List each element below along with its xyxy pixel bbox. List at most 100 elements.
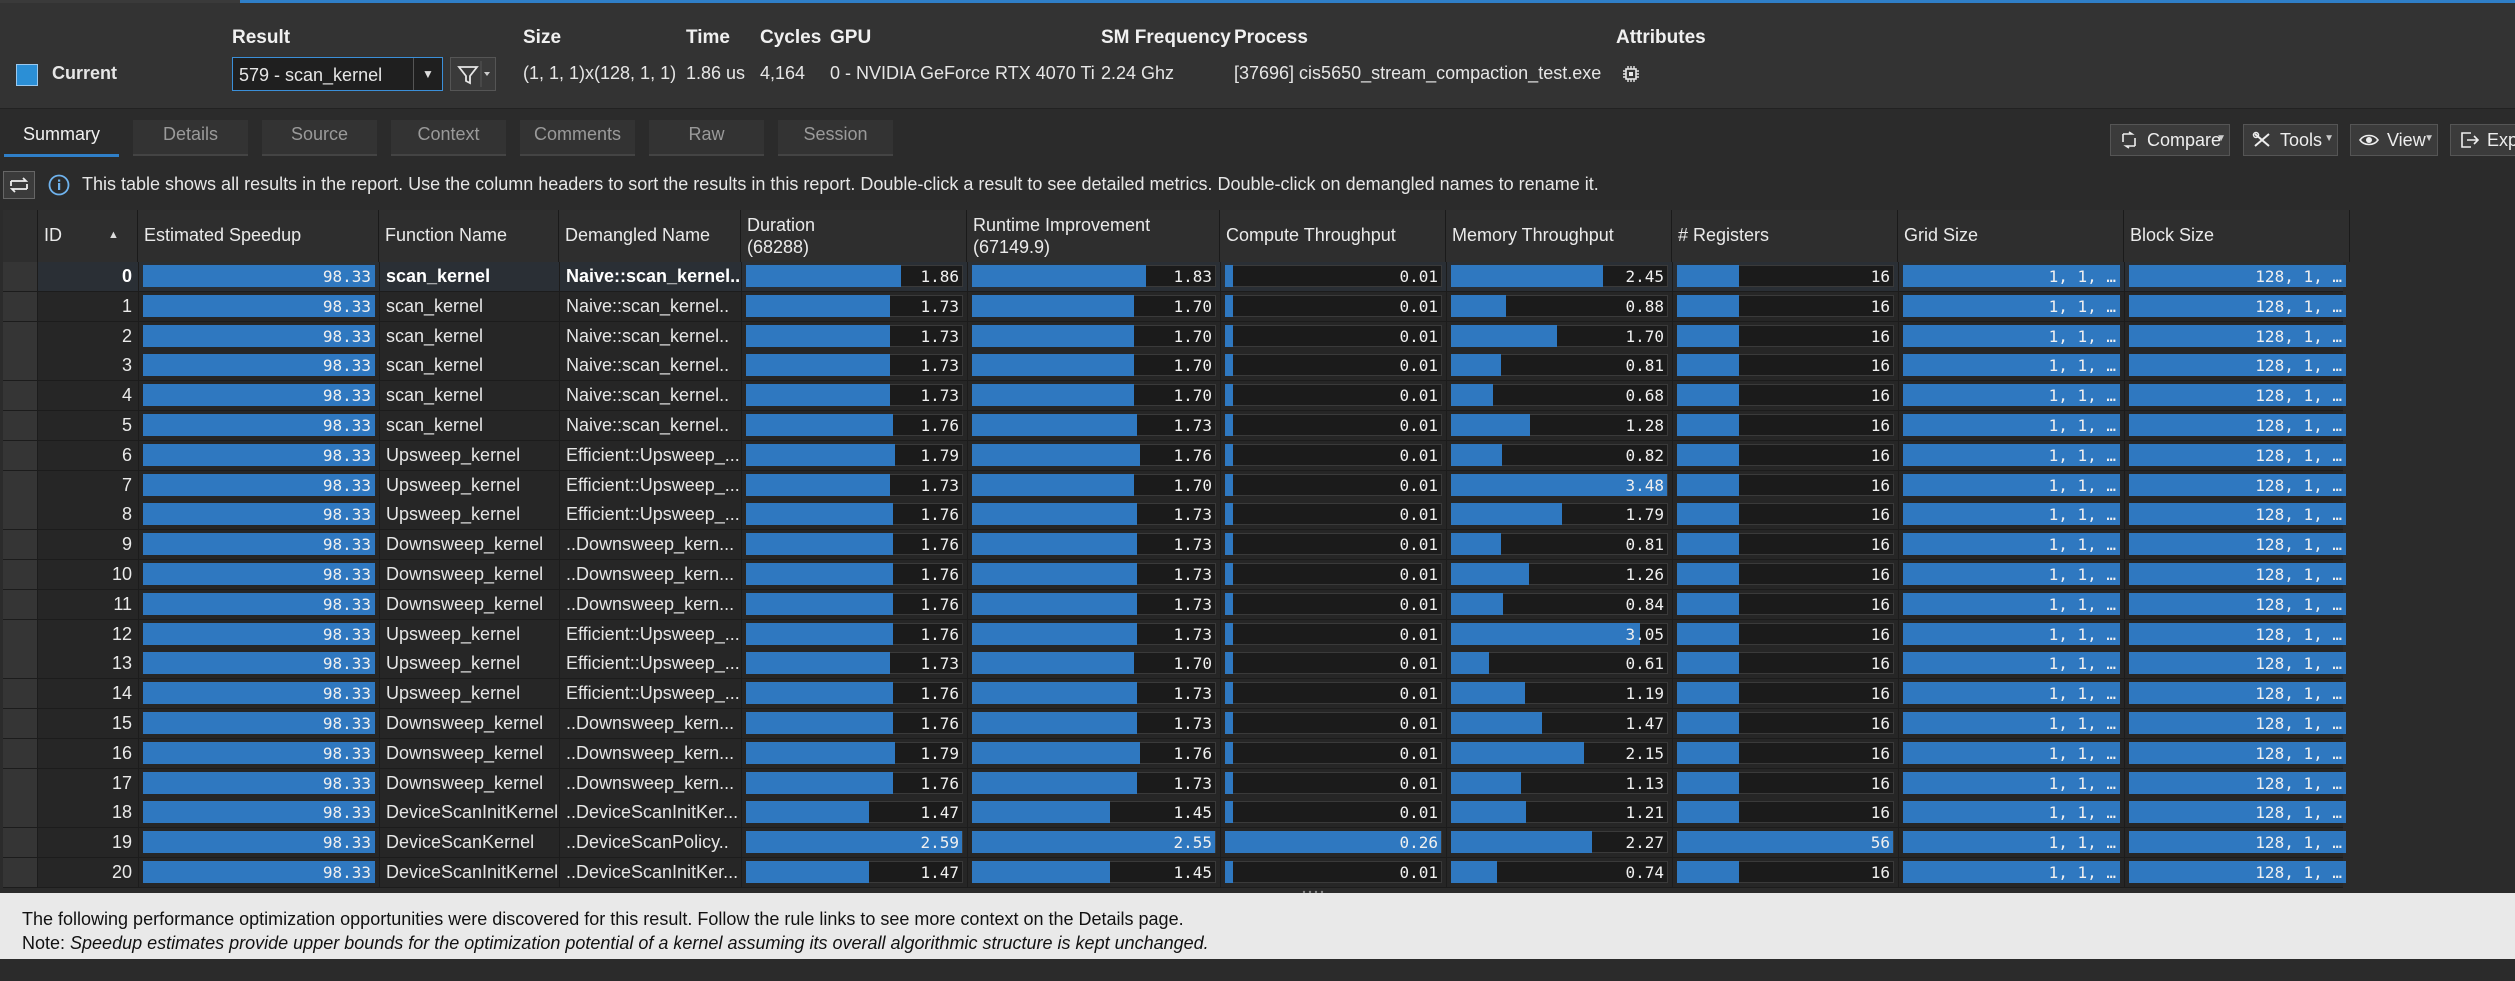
cell-registers: 16 (1672, 649, 1898, 679)
tab-session[interactable]: Session (778, 120, 893, 156)
duration-bar (746, 503, 893, 526)
column-header-block[interactable]: Block Size (2124, 210, 2350, 262)
table-row[interactable]: 7 98.33 Upsweep_kernel Efficient::Upsweep_.… (3, 470, 2346, 501)
info-icon (48, 174, 70, 196)
table-row[interactable]: 4 98.33 scan_kernel Naive::scan_kernel.. 1.7… (3, 381, 2346, 412)
column-header-demangled[interactable]: Demangled Name (559, 210, 741, 262)
table-row[interactable]: 12 98.33 Upsweep_kernel Efficient::Upsweep_… (3, 619, 2346, 650)
memory-value: 1.28 (1625, 416, 1664, 435)
cell-compute: 0.01 (1220, 321, 1446, 351)
tab-source[interactable]: Source (262, 120, 377, 156)
table-row[interactable]: 5 98.33 scan_kernel Naive::scan_kernel.. 1.7… (3, 411, 2346, 441)
filter-button[interactable] (450, 57, 496, 91)
duration-value: 1.79 (920, 743, 959, 763)
memory-bar (1451, 384, 1493, 407)
table-row[interactable]: 20 98.33 DeviceScanInitKernel ..DeviceScanI… (3, 858, 2346, 888)
view-button[interactable]: View ▼ (2350, 124, 2438, 156)
column-header-grid[interactable]: Grid Size (1898, 210, 2124, 262)
swap-view-button[interactable] (3, 171, 35, 199)
chip-icon[interactable] (1622, 65, 1640, 83)
cycles-value: 4,164 (760, 63, 806, 83)
registers-value: 16 (1870, 594, 1890, 614)
table-row[interactable]: 15 98.33 Downsweep_kernel ..Downsweep_kern.… (3, 709, 2346, 739)
compute-bar (1225, 712, 1233, 734)
column-header-memory[interactable]: Memory Throughput (1446, 210, 1672, 262)
column-header-id[interactable]: ID ▲ (38, 210, 138, 262)
table-row[interactable]: 13 98.33 Upsweep_kernel Efficient::Upsweep_… (3, 649, 2346, 680)
table-row[interactable]: 14 98.33 Upsweep_kernel Efficient::Upsweep_… (3, 679, 2346, 710)
table-row[interactable]: 18 98.33 DeviceScanInitKernel ..DeviceScanI… (3, 798, 2346, 829)
table-row[interactable]: 17 98.33 Downsweep_kernel ..Downsweep_kern.… (3, 768, 2346, 799)
table-row[interactable]: 10 98.33 Downsweep_kernel ..Downsweep_kern.… (3, 560, 2346, 590)
bar-value: 98.33 (322, 684, 371, 704)
registers-bar (1677, 771, 1739, 794)
table-row[interactable]: 1 98.33 scan_kernel Naive::scan_kernel.. 1.7… (3, 291, 2346, 322)
column-header-duration[interactable]: Duration (68288) (741, 210, 967, 262)
table-row[interactable]: 2 98.33 scan_kernel Naive::scan_kernel.. 1.7… (3, 321, 2346, 352)
tab-comments[interactable]: Comments (520, 120, 635, 156)
tools-button[interactable]: Tools ▼ (2243, 124, 2338, 156)
table-row[interactable]: 8 98.33 Upsweep_kernel Efficient::Upsweep_.… (3, 500, 2346, 531)
memory-bar (1451, 801, 1526, 824)
cell-gutter (3, 858, 38, 887)
tab-raw[interactable]: Raw (649, 120, 764, 156)
cell-memory: 2.15 (1446, 738, 1672, 768)
duration-bar (746, 354, 890, 377)
table-row[interactable]: 9 98.33 Downsweep_kernel ..Downsweep_kern..… (3, 530, 2346, 561)
chevron-down-icon[interactable]: ▼ (413, 58, 442, 90)
cell-duration: 1.86 (741, 262, 967, 291)
runtime-bar (972, 652, 1134, 675)
cell-speedup: 98.33 (138, 768, 379, 798)
duration-value: 1.76 (920, 624, 959, 644)
tab-details[interactable]: Details (133, 120, 248, 156)
cell-function: Upsweep_kernel (379, 500, 559, 530)
runtime-value: 1.73 (1173, 684, 1212, 704)
table-row[interactable]: 11 98.33 Downsweep_kernel ..Downsweep_kern.… (3, 589, 2346, 620)
attributes-label: Attributes (1616, 27, 1706, 48)
compute-bar (1225, 563, 1233, 585)
cell-runtime: 1.73 (967, 768, 1220, 798)
compute-bar (1225, 861, 1233, 883)
duration-value: 1.73 (920, 326, 959, 346)
column-header-registers[interactable]: # Registers (1672, 210, 1898, 262)
tab-context[interactable]: Context (391, 120, 506, 156)
registers-value: 16 (1870, 326, 1890, 346)
sort-ascending-icon[interactable]: ▲ (108, 224, 119, 246)
registers-value: 56 (1870, 833, 1890, 853)
memory-value: 2.27 (1625, 833, 1664, 853)
export-button[interactable]: Expo (2450, 124, 2515, 156)
column-header-runtime[interactable]: Runtime Improvement (67149.9) (967, 210, 1220, 262)
duration-value: 1.73 (920, 386, 959, 406)
cell-block: 128, 1, … (2124, 738, 2350, 768)
cell-speedup: 98.33 (138, 828, 379, 858)
cell-runtime: 1.45 (967, 798, 1220, 828)
cell-grid: 1, 1, … (1898, 619, 2124, 649)
cell-id: 19 (111, 832, 132, 853)
cell-function: DeviceScanInitKernel (379, 798, 559, 828)
tab-summary[interactable]: Summary (4, 120, 119, 157)
grid-value: 1, 1, … (2048, 863, 2116, 882)
cell-function: Downsweep_kernel (379, 560, 559, 589)
column-header-speedup[interactable]: Estimated Speedup (138, 210, 379, 262)
runtime-value: 1.45 (1173, 803, 1212, 823)
table-row[interactable]: 0 98.33 scan_kernel Naive::scan_kernel.. 1.8… (3, 262, 2346, 292)
table-row[interactable]: 6 98.33 Upsweep_kernel Efficient::Upsweep_.… (3, 440, 2346, 471)
cell-block: 128, 1, … (2124, 351, 2350, 381)
duration-value: 1.76 (920, 594, 959, 614)
runtime-bar (972, 563, 1137, 585)
cell-gutter (3, 649, 38, 679)
compute-value: 0.01 (1399, 296, 1438, 316)
sm-frequency-value: 2.24 Ghz (1101, 63, 1175, 83)
table-row[interactable]: 3 98.33 scan_kernel Naive::scan_kernel.. 1.7… (3, 351, 2346, 382)
cell-runtime: 2.55 (967, 828, 1220, 858)
result-select[interactable]: 579 - scan_kernel ▼ (232, 57, 443, 91)
column-header-compute[interactable]: Compute Throughput (1220, 210, 1446, 262)
cell-id: 1 (121, 295, 132, 316)
column-header-function[interactable]: Function Name (379, 210, 559, 262)
memory-bar (1451, 652, 1489, 675)
table-row[interactable]: 19 98.33 DeviceScanKernel ..DeviceScanPolic… (3, 828, 2346, 859)
registers-bar (1677, 503, 1739, 526)
table-row[interactable]: 16 98.33 Downsweep_kernel ..Downsweep_kern.… (3, 738, 2346, 769)
cell-id: 2 (121, 325, 132, 346)
compare-button[interactable]: Compare ▼ (2110, 124, 2230, 156)
